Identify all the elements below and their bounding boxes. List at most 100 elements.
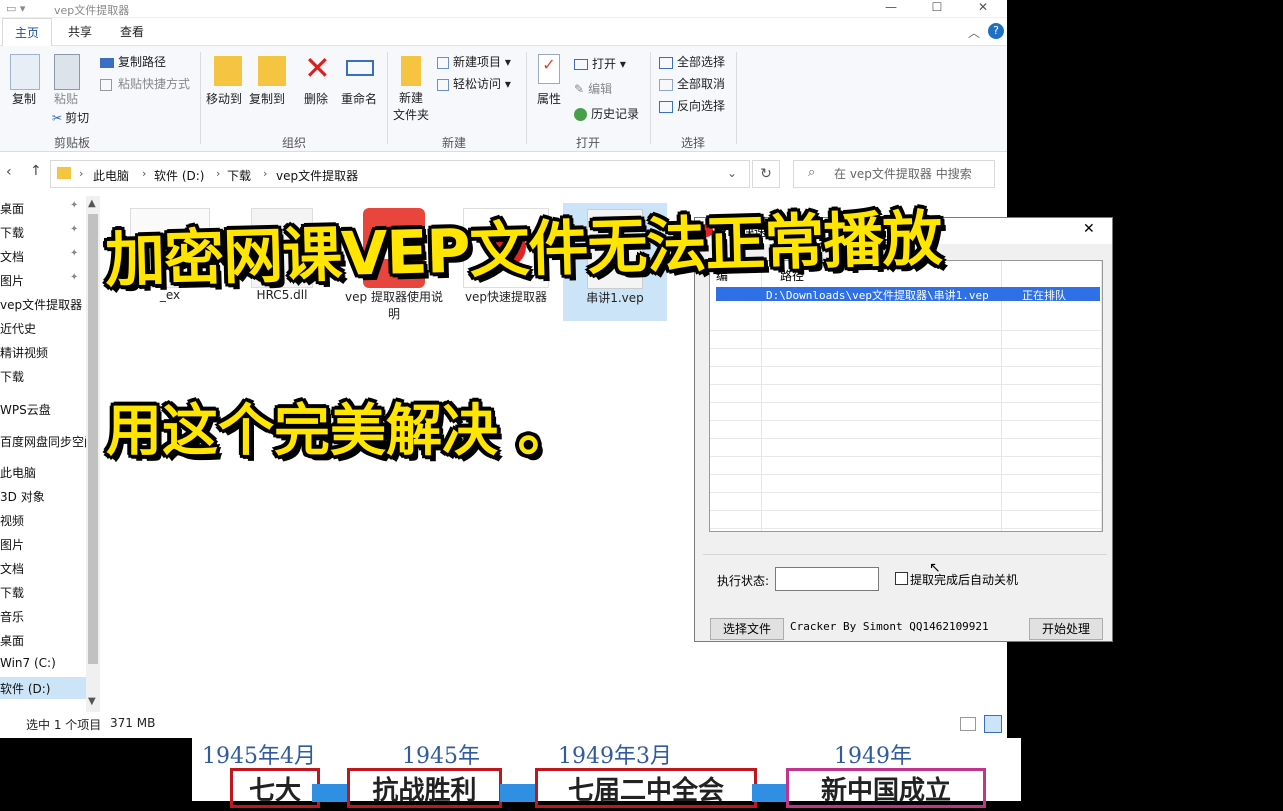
refresh-icon[interactable]: ↻ xyxy=(752,160,780,188)
selection-count: 选中 1 个项目 xyxy=(26,718,102,732)
delete-button[interactable]: 删除 xyxy=(304,90,328,107)
nav-item-desktop[interactable]: 桌面 xyxy=(0,200,24,217)
nav-item-pc-downloads[interactable]: 下载 xyxy=(0,584,24,601)
address-bar[interactable]: › 此电脑 › 软件 (D:) › 下载 › vep文件提取器 ⌄ xyxy=(50,160,750,188)
ribbon-separator xyxy=(387,52,388,144)
address-row: ‹ ↑ › 此电脑 › 软件 (D:) › 下载 › vep文件提取器 ⌄ ↻ … xyxy=(0,152,1007,196)
details-view-icon[interactable] xyxy=(960,717,976,731)
row-line xyxy=(710,495,1102,511)
scroll-down-icon[interactable]: ▼ xyxy=(88,696,96,707)
breadcrumb-this-pc[interactable]: 此电脑 xyxy=(93,167,129,184)
pencil-icon: ✎ xyxy=(574,82,585,96)
back-arrow-icon[interactable]: ‹ xyxy=(6,164,12,180)
select-all-icon xyxy=(659,56,673,69)
tab-share[interactable]: 共享 xyxy=(56,18,104,46)
pin-icon: ✦ xyxy=(70,272,79,283)
nav-item-downloads[interactable]: 下载 xyxy=(0,224,24,241)
breadcrumb-downloads[interactable]: 下载 xyxy=(227,167,251,184)
move-to-button[interactable]: 移动到 xyxy=(206,90,242,107)
copy-path-button[interactable]: 复制路径 xyxy=(100,53,166,70)
nav-item-pictures[interactable]: 图片 xyxy=(0,272,24,289)
task-status: 正在排队 xyxy=(1022,289,1066,302)
select-all-button[interactable]: 全部选择 xyxy=(659,53,725,70)
easy-access-button[interactable]: 轻松访问 ▾ xyxy=(437,75,511,92)
nav-item-3d-objects[interactable]: 3D 对象 xyxy=(0,488,45,505)
properties-button[interactable]: 属性 xyxy=(537,90,561,107)
nav-item-music[interactable]: 音乐 xyxy=(0,608,24,625)
nav-item-wps-cloud[interactable]: WPS云盘 xyxy=(0,401,51,418)
close-icon[interactable]: ✕ xyxy=(1083,221,1095,237)
start-process-button[interactable]: 开始处理 xyxy=(1029,618,1103,640)
open-button[interactable]: 打开 ▾ xyxy=(574,55,626,72)
breadcrumb-current-folder[interactable]: vep文件提取器 xyxy=(276,167,358,184)
new-folder-button-line2[interactable]: 文件夹 xyxy=(393,106,429,123)
copy-icon xyxy=(10,54,40,90)
ribbon-tabs: 主页 共享 查看 ︿ ? xyxy=(0,18,1007,46)
scroll-thumb[interactable] xyxy=(88,214,98,664)
nav-item-drive-c[interactable]: Win7 (C:) xyxy=(0,656,56,670)
copy-to-button[interactable]: 复制到 xyxy=(249,90,285,107)
new-item-button[interactable]: 新建项目 ▾ xyxy=(437,53,511,70)
nav-item-vep[interactable]: vep文件提取器 xyxy=(0,296,82,313)
search-icon: ⌕ xyxy=(808,165,816,180)
row-line xyxy=(710,315,1102,331)
exec-status-label: 执行状态: xyxy=(717,574,770,588)
minimize-button[interactable]: — xyxy=(868,0,914,18)
row-line xyxy=(710,351,1102,367)
timeline-arrow xyxy=(500,784,536,802)
invert-selection-button[interactable]: 反向选择 xyxy=(659,97,725,114)
nav-item-videos[interactable]: 精讲视频 xyxy=(0,344,48,361)
select-none-button[interactable]: 全部取消 xyxy=(659,75,725,92)
scissors-icon: ✂ xyxy=(52,111,63,125)
help-icon[interactable]: ? xyxy=(988,23,1004,39)
new-folder-button-line1[interactable]: 新建 xyxy=(399,89,423,106)
group-label-clipboard: 剪贴板 xyxy=(54,136,91,150)
nav-item-baidu-sync[interactable]: 百度网盘同步空间 xyxy=(0,433,96,450)
group-label-open: 打开 xyxy=(576,136,601,150)
large-icons-view-icon[interactable] xyxy=(984,715,1002,733)
edit-button[interactable]: ✎ 编辑 xyxy=(574,80,612,97)
history-button[interactable]: 历史记录 xyxy=(574,105,639,122)
copy-button[interactable]: 复制 xyxy=(12,90,36,107)
nav-item-downloads-2[interactable]: 下载 xyxy=(0,368,24,385)
history-icon xyxy=(574,108,587,121)
nav-item-documents[interactable]: 文档 xyxy=(0,248,24,265)
up-arrow-icon[interactable]: ↑ xyxy=(30,163,42,179)
nav-item-pc-pictures[interactable]: 图片 xyxy=(0,536,24,553)
search-input[interactable]: 在 vep文件提取器 中搜索 xyxy=(793,160,995,188)
pin-icon: ✦ xyxy=(70,224,79,235)
task-list[interactable]: 编 路径 D:\Downloads\vep文件提取器\串讲1.vep 正在排队 xyxy=(709,260,1103,532)
file-name: 串讲1.vep xyxy=(586,291,644,305)
breadcrumb-drive-d[interactable]: 软件 (D:) xyxy=(154,167,204,184)
chevron-down-icon[interactable]: ⌄ xyxy=(727,166,737,180)
nav-item-this-pc[interactable]: 此电脑 xyxy=(0,464,36,481)
tab-home[interactable]: 主页 xyxy=(2,18,53,46)
timeline-year: 1945年 xyxy=(402,744,480,769)
nav-item-drive-d[interactable]: 软件 (D:) xyxy=(0,677,86,699)
rename-button[interactable]: 重命名 xyxy=(341,90,377,107)
close-button[interactable]: ✕ xyxy=(960,0,1006,18)
file-name: vep快速提取器 xyxy=(464,290,548,304)
task-path: D:\Downloads\vep文件提取器\串讲1.vep xyxy=(766,289,989,302)
folder-icon xyxy=(57,167,71,179)
nav-item-pc-documents[interactable]: 文档 xyxy=(0,560,24,577)
paste-shortcut-button[interactable]: 粘贴快捷方式 xyxy=(100,75,190,92)
select-file-button[interactable]: 选择文件 xyxy=(710,618,784,640)
paste-button[interactable]: 粘贴 xyxy=(54,90,78,107)
exec-status-field[interactable] xyxy=(775,567,879,591)
scroll-up-icon[interactable]: ▲ xyxy=(88,198,96,209)
maximize-button[interactable]: ☐ xyxy=(914,0,960,18)
pin-icon: ✦ xyxy=(70,248,79,259)
new-item-icon xyxy=(437,56,449,69)
tab-view[interactable]: 查看 xyxy=(108,18,156,46)
nav-item-pc-videos[interactable]: 视频 xyxy=(0,512,24,529)
cut-button[interactable]: ✂ 剪切 xyxy=(52,109,89,126)
nav-item-history[interactable]: 近代史 xyxy=(0,320,36,337)
nav-item-pc-desktop[interactable]: 桌面 xyxy=(0,632,24,649)
collapse-ribbon-icon[interactable]: ︿ xyxy=(968,24,980,41)
task-row-selected[interactable]: D:\Downloads\vep文件提取器\串讲1.vep 正在排队 xyxy=(716,287,1100,302)
mouse-cursor-icon: ↖ xyxy=(929,560,941,576)
nav-scrollbar[interactable]: ▲ ▼ xyxy=(86,196,100,712)
chevron-right-icon: › xyxy=(142,167,147,180)
auto-shutdown-checkbox[interactable] xyxy=(895,572,908,585)
